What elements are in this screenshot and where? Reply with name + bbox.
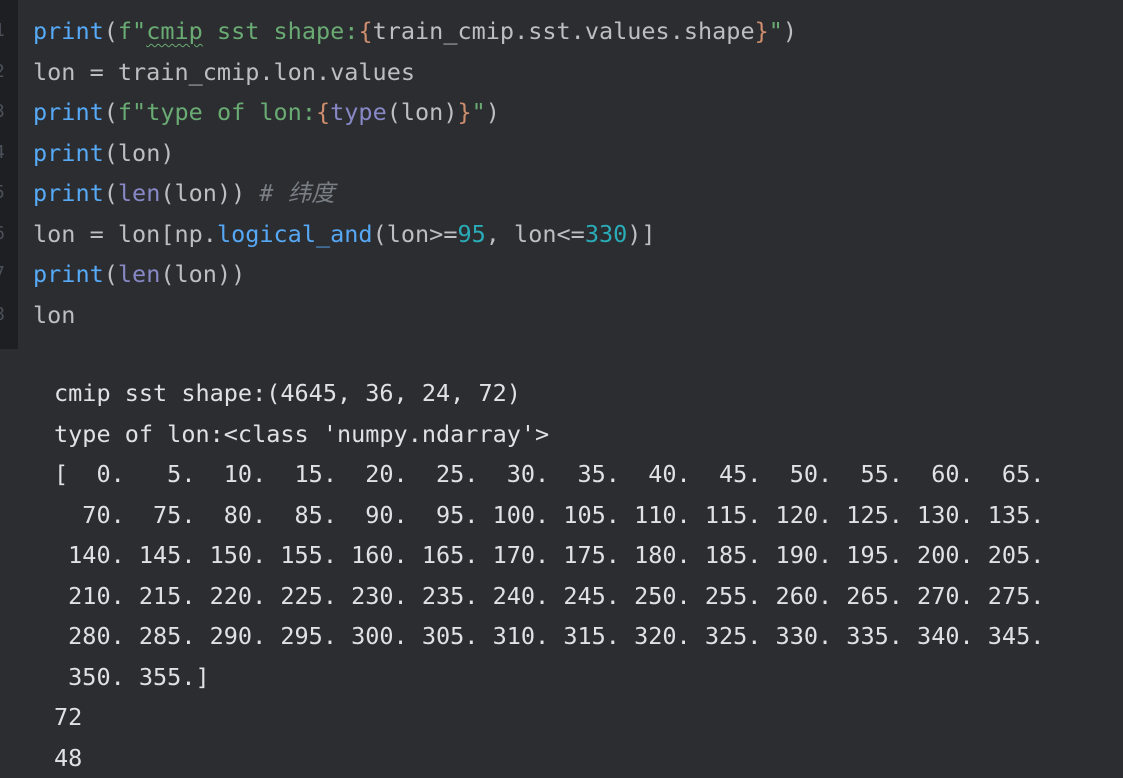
output-line: 350. 355.] [54, 657, 210, 698]
code-token: ( [104, 17, 118, 45]
output-line: 72 [54, 697, 82, 738]
line-number: 4 [0, 133, 8, 174]
code-line[interactable]: print(lon) [33, 133, 175, 174]
code-token: 330 [585, 220, 627, 248]
line-number: 8 [0, 295, 8, 336]
output-line: type of lon:<class 'numpy.ndarray'> [54, 414, 549, 455]
code-token: , lon<= [486, 220, 585, 248]
code-token: type [330, 98, 387, 126]
code-token: len [118, 179, 160, 207]
code-token: lon = lon[np. [33, 220, 217, 248]
line-number: 1 [0, 11, 8, 52]
code-token: 95 [457, 220, 485, 248]
code-token: } [457, 98, 471, 126]
code-token: (lon)) [160, 260, 245, 288]
code-token: ) [486, 98, 500, 126]
code-token: (lon) [104, 139, 175, 167]
line-number: 5 [0, 173, 8, 214]
code-token: " [472, 98, 486, 126]
code-line[interactable]: print(len(lon)) # 纬度 [33, 173, 335, 214]
code-token: ( [104, 179, 118, 207]
code-line[interactable]: lon = train_cmip.lon.values [33, 52, 415, 93]
line-number: 7 [0, 254, 8, 295]
code-token: cmip [146, 17, 203, 45]
code-line[interactable]: print(f"type of lon:{type(lon)}") [33, 92, 500, 133]
code-cell[interactable]: 12345678 print(f"cmip sst shape:{train_c… [0, 0, 1123, 349]
code-token: print [33, 179, 104, 207]
output-line: cmip sst shape:(4645, 36, 24, 72) [54, 373, 521, 414]
code-line[interactable]: lon = lon[np.logical_and(lon>=95, lon<=3… [33, 214, 656, 255]
code-token: print [33, 139, 104, 167]
code-line[interactable]: lon [33, 295, 75, 336]
code-token: f" [118, 17, 146, 45]
code-line[interactable]: print(len(lon)) [33, 254, 245, 295]
code-token: print [33, 98, 104, 126]
cell-output: cmip sst shape:(4645, 36, 24, 72)type of… [0, 349, 1123, 777]
code-token: print [33, 260, 104, 288]
code-token: { [358, 17, 372, 45]
code-token: ( [104, 260, 118, 288]
code-token: lon [33, 301, 75, 329]
code-token: len [118, 260, 160, 288]
output-line: 140. 145. 150. 155. 160. 165. 170. 175. … [54, 535, 1044, 576]
output-line: 48 [54, 738, 82, 778]
code-token: lon = train_cmip.lon.values [33, 58, 415, 86]
output-line: [ 0. 5. 10. 15. 20. 25. 30. 35. 40. 45. … [54, 454, 1044, 495]
line-number: 3 [0, 92, 8, 133]
code-token: )] [627, 220, 655, 248]
code-token: sst shape: [203, 17, 359, 45]
code-token: (lon) [387, 98, 458, 126]
output-line: 70. 75. 80. 85. 90. 95. 100. 105. 110. 1… [54, 495, 1044, 536]
code-token: (lon>= [373, 220, 458, 248]
code-token: ( [104, 98, 118, 126]
code-token: (lon)) [160, 179, 259, 207]
line-number: 2 [0, 52, 8, 93]
code-token: " [769, 17, 783, 45]
code-token: ) [783, 17, 797, 45]
code-token: print [33, 17, 104, 45]
code-token: logical_and [217, 220, 373, 248]
code-token: # 纬度 [259, 179, 334, 207]
code-token: f"type of lon: [118, 98, 316, 126]
code-line[interactable]: print(f"cmip sst shape:{train_cmip.sst.v… [33, 11, 797, 52]
line-number: 6 [0, 214, 8, 255]
output-line: 210. 215. 220. 225. 230. 235. 240. 245. … [54, 576, 1044, 617]
code-token: train_cmip.sst.values.shape [373, 17, 755, 45]
code-token: { [316, 98, 330, 126]
output-line: 280. 285. 290. 295. 300. 305. 310. 315. … [54, 616, 1044, 657]
code-token: } [755, 17, 769, 45]
